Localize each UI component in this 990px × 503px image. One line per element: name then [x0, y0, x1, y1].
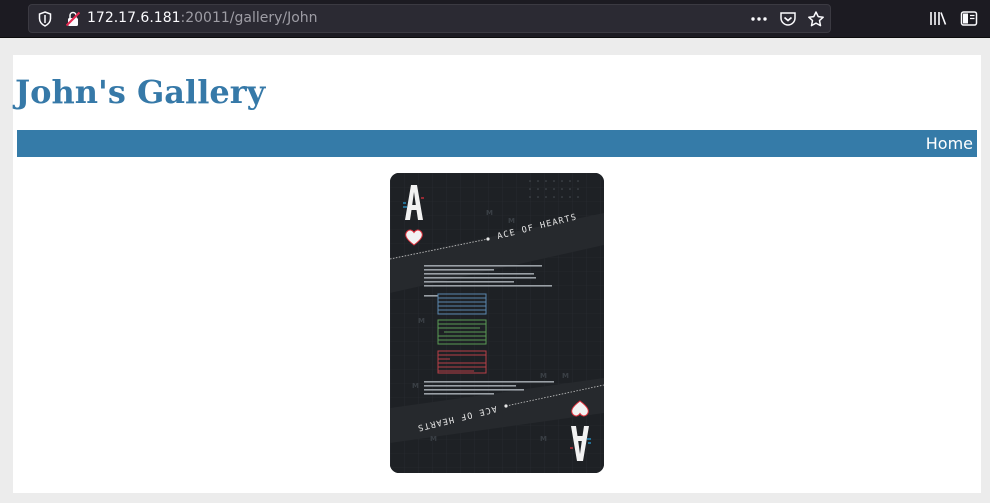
shield-icon[interactable] — [38, 11, 52, 27]
ace-of-hearts-card[interactable]: ACE OF HEARTS ACE OF HEARTS M M M M M M … — [390, 173, 604, 473]
nav-home-link[interactable]: Home — [926, 134, 973, 153]
page-title: John's Gallery — [15, 73, 266, 111]
svg-text:M: M — [430, 435, 437, 443]
svg-text:M: M — [412, 382, 419, 390]
svg-text:M: M — [540, 372, 547, 380]
sidebar-icon[interactable] — [960, 10, 978, 27]
url-text[interactable]: 172.17.6.181:20011/gallery/John — [87, 10, 318, 26]
pocket-icon[interactable] — [779, 11, 797, 27]
svg-text:M: M — [508, 217, 515, 225]
url-path: :20011/gallery/John — [180, 10, 318, 26]
insecure-lock-icon[interactable] — [66, 11, 80, 27]
nav-bar: Home — [17, 130, 977, 157]
svg-text:M: M — [540, 435, 547, 443]
svg-text:M: M — [562, 372, 569, 380]
svg-text:M: M — [418, 317, 425, 325]
browser-toolbar: 172.17.6.181:20011/gallery/John — [0, 0, 990, 38]
url-host: 172.17.6.181 — [87, 10, 181, 26]
card-artwork: ACE OF HEARTS ACE OF HEARTS MMM M MM MM — [390, 173, 604, 473]
bookmark-star-icon[interactable] — [807, 11, 825, 27]
url-bar[interactable]: 172.17.6.181:20011/gallery/John — [28, 4, 831, 33]
library-icon[interactable] — [929, 10, 947, 27]
page-actions-icon[interactable] — [750, 11, 768, 27]
page-content: John's Gallery Home ACE OF HEARTS ACE OF… — [13, 55, 981, 493]
svg-text:M: M — [486, 209, 493, 217]
